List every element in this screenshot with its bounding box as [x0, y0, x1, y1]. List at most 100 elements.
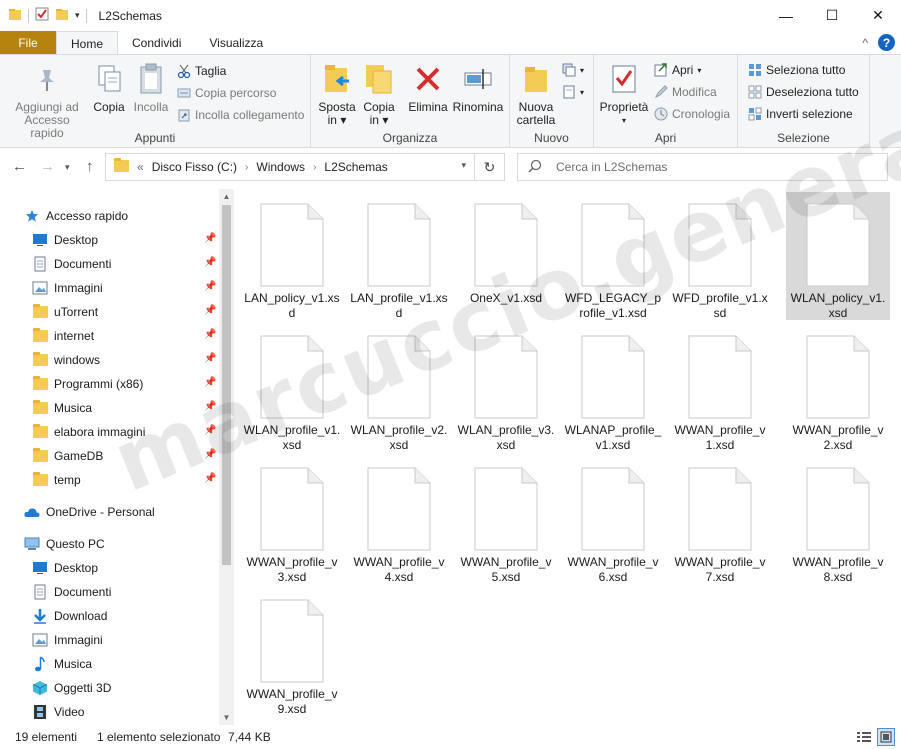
- pin-icon[interactable]: 📌: [204, 329, 216, 340]
- address-dropdown-icon[interactable]: ▾: [461, 160, 466, 171]
- file-item[interactable]: WWAN_profile_v4.xsd: [347, 456, 451, 584]
- file-item[interactable]: WFD_LEGACY_profile_v1.xsd: [561, 192, 665, 320]
- file-item[interactable]: LAN_policy_v1.xsd: [240, 192, 344, 320]
- properties-button[interactable]: Proprietà ▾: [598, 61, 650, 127]
- pin-icon[interactable]: 📌: [204, 233, 216, 244]
- sidebar-item-pictures[interactable]: Immagini: [32, 277, 103, 299]
- pin-icon[interactable]: 📌: [204, 425, 216, 436]
- sidebar-item-this-pc[interactable]: Questo PC: [24, 533, 105, 555]
- file-item[interactable]: OneX_v1.xsd: [454, 192, 558, 320]
- sidebar-item-temp[interactable]: temp: [32, 469, 81, 491]
- file-item[interactable]: WLAN_profile_v3.xsd: [454, 324, 558, 452]
- sidebar-item-pc-music[interactable]: Musica: [32, 653, 92, 675]
- file-item[interactable]: LAN_profile_v1.xsd: [347, 192, 451, 320]
- copy-button[interactable]: Copia: [90, 61, 128, 114]
- pin-icon[interactable]: 📌: [204, 473, 216, 484]
- help-icon[interactable]: ?: [878, 34, 895, 51]
- details-view-icon[interactable]: [855, 728, 873, 746]
- copy-to-button[interactable]: Copia in ▾: [359, 61, 399, 127]
- refresh-icon[interactable]: ↻: [474, 154, 504, 180]
- breadcrumb-item[interactable]: Disco Fisso (C:): [152, 160, 237, 174]
- tab-share[interactable]: Condividi: [118, 31, 195, 55]
- file-item[interactable]: WWAN_profile_v2.xsd: [786, 324, 890, 452]
- pin-icon[interactable]: 📌: [204, 377, 216, 388]
- file-item[interactable]: WWAN_profile_v3.xsd: [240, 456, 344, 584]
- pin-icon[interactable]: 📌: [204, 281, 216, 292]
- copy-path-button[interactable]: Copia percorso: [177, 86, 276, 100]
- customize-toolbar-icon[interactable]: ▾: [75, 10, 80, 21]
- select-none-button[interactable]: Deseleziona tutto: [748, 85, 859, 99]
- file-item[interactable]: WLAN_profile_v1.xsd: [240, 324, 344, 452]
- pin-icon[interactable]: 📌: [204, 353, 216, 364]
- history-button[interactable]: Cronologia: [654, 107, 730, 121]
- pin-quick-access-button[interactable]: Aggiungi ad Accesso rapido: [6, 61, 88, 140]
- sidebar-item-pc-desktop[interactable]: Desktop: [32, 557, 98, 579]
- sidebar-item-documents[interactable]: Documenti: [32, 253, 111, 275]
- sidebar-item-music[interactable]: Musica: [32, 397, 92, 419]
- file-item[interactable]: WWAN_profile_v9.xsd: [240, 588, 344, 716]
- sidebar-item-elabora-immagini[interactable]: elabora immagini: [32, 421, 145, 443]
- file-item[interactable]: WLAN_policy_v1.xsd: [786, 192, 890, 320]
- recent-locations-icon[interactable]: ▾: [65, 162, 70, 173]
- file-item[interactable]: WWAN_profile_v8.xsd: [786, 456, 890, 584]
- up-arrow-icon[interactable]: ↑: [86, 158, 94, 175]
- large-icons-view-icon[interactable]: [877, 728, 895, 746]
- new-folder-icon[interactable]: [55, 7, 69, 24]
- sidebar-item-pc-videos[interactable]: Video: [32, 701, 84, 723]
- new-folder-button[interactable]: Nuova cartella: [514, 61, 558, 127]
- file-item[interactable]: WFD_profile_v1.xsd: [668, 192, 772, 320]
- collapse-ribbon-icon[interactable]: ^: [862, 36, 868, 50]
- sidebar-item-program-files[interactable]: Programmi (x86): [32, 373, 143, 395]
- scroll-up-icon[interactable]: ▲: [219, 192, 234, 201]
- minimize-button[interactable]: —: [763, 0, 809, 31]
- chevron-right-icon[interactable]: ›: [245, 162, 248, 173]
- tab-view[interactable]: Visualizza: [195, 31, 277, 55]
- sidebar-item-pc-documents[interactable]: Documenti: [32, 581, 111, 603]
- sidebar-item-utorrent[interactable]: uTorrent: [32, 301, 98, 323]
- pin-icon[interactable]: 📌: [204, 449, 216, 460]
- sidebar-scrollbar[interactable]: ▲ ▼: [219, 189, 234, 725]
- pin-icon[interactable]: 📌: [204, 305, 216, 316]
- file-item[interactable]: WWAN_profile_v6.xsd: [561, 456, 665, 584]
- rename-button[interactable]: Rinomina: [451, 61, 505, 114]
- sidebar-item-pc-pictures[interactable]: Immagini: [32, 629, 103, 651]
- file-item[interactable]: WLANAP_profile_v1.xsd: [561, 324, 665, 452]
- sidebar-item-desktop[interactable]: Desktop: [32, 229, 98, 251]
- sidebar-item-pc-downloads[interactable]: Download: [32, 605, 107, 627]
- pin-icon[interactable]: 📌: [204, 401, 216, 412]
- back-arrow-icon[interactable]: ←: [12, 158, 27, 175]
- tab-home[interactable]: Home: [56, 31, 119, 55]
- scrollbar-thumb[interactable]: [222, 205, 231, 565]
- sidebar-item-internet[interactable]: internet: [32, 325, 94, 347]
- invert-selection-button[interactable]: Inverti selezione: [748, 107, 853, 121]
- paste-button[interactable]: Incolla: [131, 61, 171, 114]
- breadcrumb-item[interactable]: L2Schemas: [324, 160, 387, 174]
- open-button[interactable]: Apri ▾: [654, 63, 701, 77]
- edit-button[interactable]: Modifica: [654, 85, 717, 99]
- close-button[interactable]: ✕: [855, 0, 901, 31]
- search-input[interactable]: Cerca in L2Schemas: [517, 153, 888, 181]
- maximize-button[interactable]: ☐: [809, 0, 855, 31]
- sidebar-item-quick-access[interactable]: Accesso rapido: [24, 205, 128, 227]
- sidebar-item-onedrive[interactable]: OneDrive - Personal: [24, 501, 155, 523]
- sidebar-item-gamedb[interactable]: GameDB: [32, 445, 103, 467]
- delete-button[interactable]: Elimina: [407, 61, 449, 114]
- file-item[interactable]: WWAN_profile_v5.xsd: [454, 456, 558, 584]
- breadcrumb-overflow[interactable]: «: [137, 160, 144, 174]
- properties-check-icon[interactable]: [35, 7, 49, 24]
- tab-file[interactable]: File: [0, 31, 56, 55]
- file-item[interactable]: WWAN_profile_v7.xsd: [668, 456, 772, 584]
- pin-icon[interactable]: 📌: [204, 257, 216, 268]
- chevron-right-icon[interactable]: ›: [313, 162, 316, 173]
- sidebar-item-pc-3d-objects[interactable]: Oggetti 3D: [32, 677, 111, 699]
- address-bar[interactable]: « Disco Fisso (C:) › Windows › L2Schemas…: [105, 153, 505, 181]
- cut-button[interactable]: Taglia: [177, 64, 226, 78]
- file-item[interactable]: WWAN_profile_v1.xsd: [668, 324, 772, 452]
- move-to-button[interactable]: Sposta in ▾: [317, 61, 357, 127]
- easy-access-button[interactable]: ▾: [562, 85, 584, 99]
- breadcrumb-item[interactable]: Windows: [256, 160, 305, 174]
- forward-arrow-icon[interactable]: →: [40, 158, 55, 175]
- paste-shortcut-button[interactable]: Incolla collegamento: [177, 108, 304, 122]
- sidebar-item-windows[interactable]: windows: [32, 349, 100, 371]
- scroll-down-icon[interactable]: ▼: [219, 713, 234, 722]
